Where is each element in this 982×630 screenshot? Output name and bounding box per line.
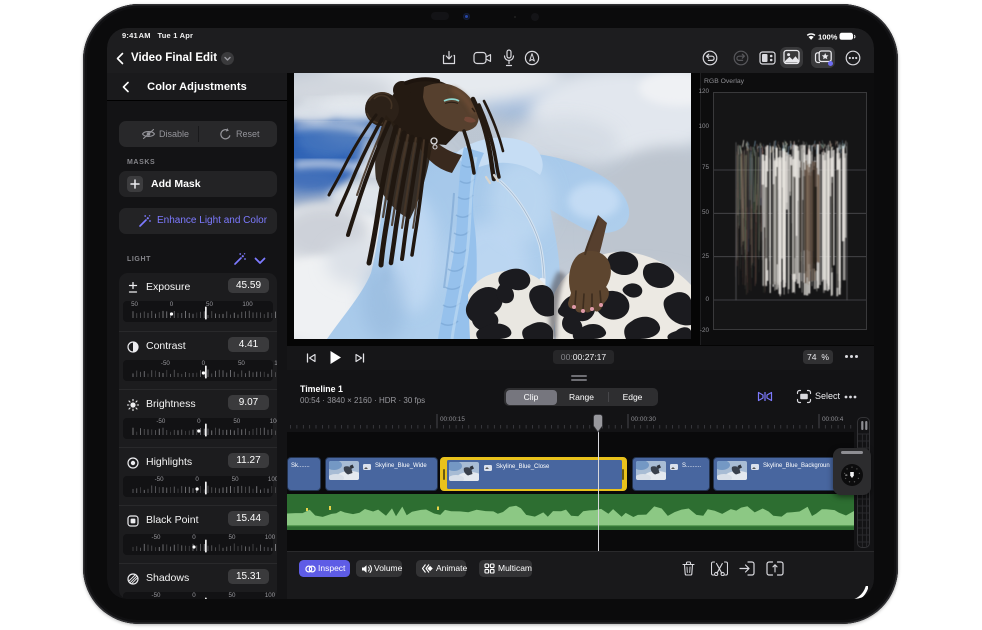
svg-text:-50: -50 (152, 592, 162, 599)
svg-text:100: 100 (274, 360, 277, 367)
svg-text:-50: -50 (161, 360, 171, 367)
svg-text:00:00:30: 00:00:30 (631, 416, 656, 423)
svg-text:100: 100 (242, 301, 253, 308)
svg-text:100: 100 (270, 418, 277, 425)
svg-text:0: 0 (197, 418, 201, 425)
svg-text:0: 0 (192, 592, 196, 599)
svg-text:0: 0 (170, 301, 174, 308)
svg-text:00:00:4: 00:00:4 (822, 416, 844, 423)
svg-text:-50: -50 (155, 476, 165, 483)
svg-text:100: 100 (265, 534, 276, 541)
svg-text:-50: -50 (156, 418, 166, 425)
svg-text:50: 50 (206, 301, 213, 308)
svg-text:50: 50 (233, 418, 240, 425)
svg-text:100%: 100% (818, 33, 838, 42)
svg-text:0: 0 (192, 534, 196, 541)
svg-text:-50: -50 (152, 534, 162, 541)
svg-text:50: 50 (229, 534, 236, 541)
svg-text:0: 0 (195, 476, 199, 483)
svg-text:00:00:15: 00:00:15 (440, 416, 465, 423)
svg-text:50: 50 (229, 592, 236, 599)
svg-text:-50: -50 (131, 301, 139, 308)
svg-text:50: 50 (232, 476, 239, 483)
svg-text:100: 100 (268, 476, 277, 483)
svg-text:50: 50 (238, 360, 245, 367)
svg-text:100: 100 (265, 592, 276, 599)
